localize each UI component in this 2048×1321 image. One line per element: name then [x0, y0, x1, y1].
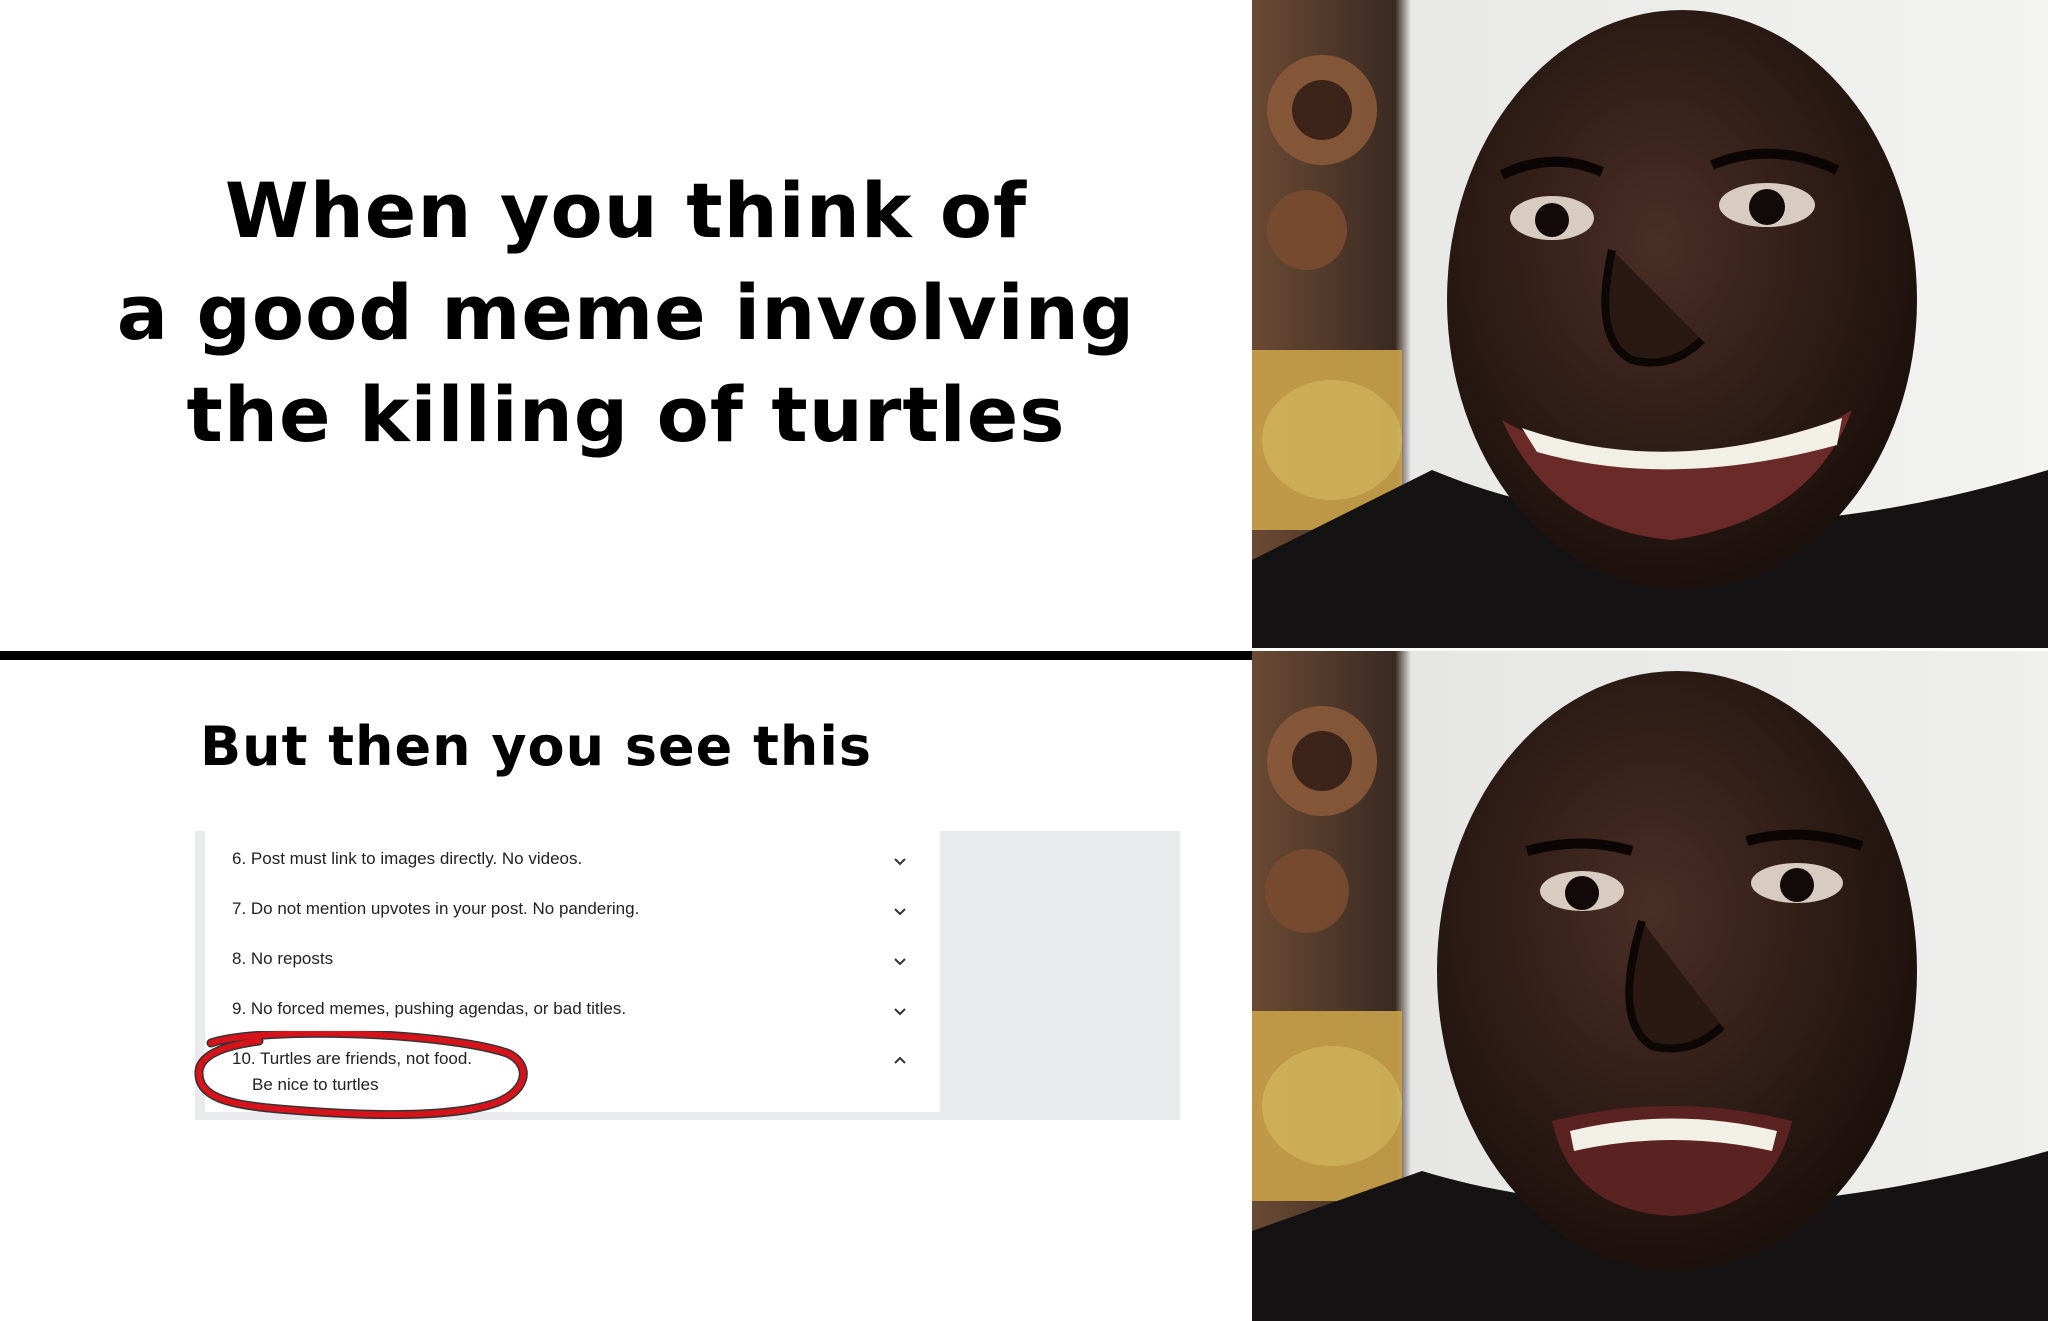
bottom-caption: But then you see this	[200, 715, 872, 778]
chevron-up-icon[interactable]	[892, 1053, 908, 1069]
top-caption-line-2: a good meme involving	[116, 268, 1136, 357]
rule-item-6[interactable]: 6. Post must link to images directly. No…	[232, 849, 932, 889]
rule-item-7[interactable]: 7. Do not mention upvotes in your post. …	[232, 899, 932, 939]
smiling-man-photo	[1252, 0, 2048, 651]
top-caption-line-3: the killing of turtles	[186, 370, 1066, 459]
chevron-down-icon[interactable]	[892, 853, 908, 869]
top-caption-panel: When you think of a good meme involving …	[0, 0, 1252, 651]
rule-item-8[interactable]: 8. No reposts	[232, 949, 932, 989]
bottom-caption-panel: But then you see this 6. Post must link …	[0, 660, 1252, 1321]
panel-divider	[0, 651, 1252, 660]
chevron-down-icon[interactable]	[892, 903, 908, 919]
red-highlight-circle	[194, 1031, 528, 1119]
chevron-down-icon[interactable]	[892, 1003, 908, 1019]
rule-7-text: 7. Do not mention upvotes in your post. …	[232, 899, 640, 918]
top-caption: When you think of a good meme involving …	[0, 160, 1252, 466]
rule-6-text: 6. Post must link to images directly. No…	[232, 849, 583, 868]
rule-8-text: 8. No reposts	[232, 949, 334, 968]
disappointed-man-photo	[1252, 651, 2048, 1321]
rule-9-text: 9. No forced memes, pushing agendas, or …	[232, 999, 627, 1018]
rules-sidebar-gray	[940, 831, 1180, 1120]
subreddit-rules-screenshot: 6. Post must link to images directly. No…	[194, 831, 1180, 1120]
top-caption-line-1: When you think of	[224, 166, 1028, 255]
chevron-down-icon[interactable]	[892, 953, 908, 969]
